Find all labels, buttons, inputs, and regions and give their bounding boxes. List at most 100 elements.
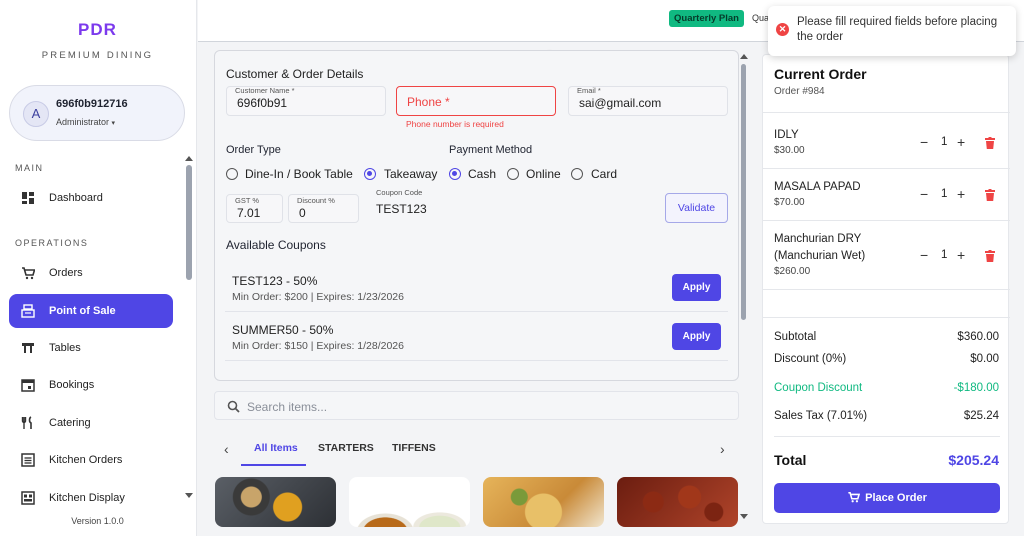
user-card[interactable]: A 696f0b912716 Administrator ▾ <box>9 85 185 141</box>
brand-subtitle: PREMIUM DINING <box>41 50 154 61</box>
divider <box>763 317 1010 318</box>
sidebar-item-catering[interactable]: Catering <box>9 406 173 440</box>
radio-takeaway[interactable] <box>364 168 376 180</box>
coupon-discount-value: -$180.00 <box>953 382 999 394</box>
radio-cash[interactable] <box>449 168 461 180</box>
active-tab-indicator <box>241 464 306 466</box>
order-details-form: Customer & Order Details Customer Name *… <box>214 50 739 381</box>
apply-coupon-button[interactable]: Apply <box>672 274 721 301</box>
tabs-next-icon[interactable]: › <box>720 441 725 457</box>
sidebar-scrollbar[interactable] <box>186 165 192 280</box>
search-input[interactable]: Search items... <box>214 391 739 420</box>
radio-takeaway-label: Takeaway <box>384 167 438 181</box>
search-placeholder: Search items... <box>247 400 328 414</box>
sidebar-item-tables[interactable]: Tables <box>9 331 173 365</box>
monitor-icon <box>21 491 35 505</box>
coupon-code-label: Coupon Code <box>376 188 423 197</box>
sidebar-item-kitchen-orders[interactable]: Kitchen Orders <box>9 443 173 477</box>
email-value: sai@gmail.com <box>579 96 662 110</box>
cart-icon <box>22 267 35 280</box>
tab-all-items[interactable]: All Items <box>254 442 298 454</box>
plan-extra-text: Qua <box>752 13 770 23</box>
radio-dine-in-label: Dine-In / Book Table <box>245 167 353 181</box>
tab-starters[interactable]: STARTERS <box>318 442 374 454</box>
decrease-qty-button[interactable]: − <box>920 134 928 150</box>
decrease-qty-button[interactable]: − <box>920 247 928 263</box>
product-card[interactable] <box>215 477 336 527</box>
sidebar-item-bookings[interactable]: Bookings <box>9 368 173 402</box>
order-item-price: $70.00 <box>774 197 805 208</box>
product-card[interactable] <box>349 477 470 527</box>
total-value: $205.24 <box>948 452 999 468</box>
radio-card[interactable] <box>571 168 583 180</box>
coupon-title: SUMMER50 - 50% <box>232 323 334 337</box>
coupon-item: TEST123 - 50% Min Order: $200 | Expires:… <box>225 264 728 312</box>
user-name: 696f0b912716 <box>56 98 128 110</box>
order-item-price: $30.00 <box>774 145 805 156</box>
sidebar-item-point-of-sale[interactable]: Point of Sale <box>9 294 173 328</box>
user-role[interactable]: Administrator ▾ <box>56 117 115 127</box>
radio-online[interactable] <box>507 168 519 180</box>
product-card[interactable] <box>617 477 738 527</box>
trash-icon[interactable] <box>985 250 995 262</box>
phone-field[interactable]: Phone * <box>396 86 556 116</box>
email-field[interactable]: Email * sai@gmail.com <box>568 86 728 116</box>
customer-name-label: Customer Name * <box>235 86 295 95</box>
tabs-prev-icon[interactable]: ‹ <box>224 441 229 457</box>
sidebar-item-orders[interactable]: Orders <box>9 256 173 290</box>
sidebar-item-kitchen-display[interactable]: Kitchen Display <box>9 481 173 515</box>
discount-label: Discount (0%) <box>774 353 847 365</box>
error-icon: ✕ <box>776 23 789 36</box>
divider <box>763 168 1010 169</box>
toast-message: Please fill required fields before placi… <box>797 16 998 43</box>
trash-icon[interactable] <box>985 137 995 149</box>
utensils-icon <box>21 416 32 429</box>
subtotal-label: Subtotal <box>774 331 817 343</box>
customer-name-value: 696f0b91 <box>237 96 288 110</box>
coupon-code-field[interactable]: Coupon Code TEST123 <box>365 186 658 223</box>
customer-name-field[interactable]: Customer Name * 696f0b91 <box>226 86 386 116</box>
decrease-qty-button[interactable]: − <box>920 186 928 202</box>
order-type-label: Order Type <box>226 144 281 156</box>
main-scroll-up-arrow[interactable] <box>740 54 748 59</box>
sidebar-item-label: Orders <box>49 267 83 279</box>
discount-field[interactable]: Discount % 0 <box>288 194 359 223</box>
main-scrollbar[interactable] <box>741 64 746 320</box>
order-item-name: IDLY <box>774 129 799 141</box>
list-icon <box>21 453 35 467</box>
place-order-button[interactable]: Place Order <box>774 483 1000 513</box>
current-order-panel: Current Order Order #984 IDLY $30.00 − 1… <box>762 54 1010 524</box>
sales-tax-value: $25.24 <box>963 410 999 422</box>
order-item-price: $260.00 <box>774 266 811 277</box>
divider <box>763 289 1010 290</box>
coupon-discount-label: Coupon Discount <box>774 382 863 394</box>
avatar: A <box>23 101 49 127</box>
divider <box>763 112 1010 113</box>
scroll-up-arrow[interactable] <box>185 156 193 161</box>
trash-icon[interactable] <box>985 189 995 201</box>
increase-qty-button[interactable]: + <box>957 247 965 263</box>
sales-tax-label: Sales Tax (7.01%) <box>774 410 868 422</box>
apply-coupon-button[interactable]: Apply <box>672 323 721 350</box>
phone-placeholder: Phone * <box>407 95 450 109</box>
place-order-label: Place Order <box>865 492 927 504</box>
main-scroll-down-arrow[interactable] <box>740 514 748 519</box>
scroll-down-arrow[interactable] <box>185 493 193 498</box>
order-title: Current Order <box>774 66 867 82</box>
sidebar-item-label: Kitchen Orders <box>49 454 123 466</box>
discount-label: Discount % <box>297 196 335 205</box>
coupon-code-value: TEST123 <box>376 202 427 216</box>
product-card[interactable] <box>483 477 604 527</box>
validate-button[interactable]: Validate <box>665 193 728 223</box>
radio-dine-in[interactable] <box>226 168 238 180</box>
dashboard-icon <box>22 192 34 204</box>
sidebar-item-dashboard[interactable]: Dashboard <box>9 181 173 215</box>
increase-qty-button[interactable]: + <box>957 134 965 150</box>
section-label-main: MAIN <box>15 163 44 173</box>
divider <box>763 220 1010 221</box>
gst-field[interactable]: GST % 7.01 <box>226 194 283 223</box>
tab-tiffens[interactable]: TIFFENS <box>392 442 436 454</box>
divider <box>774 436 1000 437</box>
increase-qty-button[interactable]: + <box>957 186 965 202</box>
radio-card-label: Card <box>591 167 618 181</box>
